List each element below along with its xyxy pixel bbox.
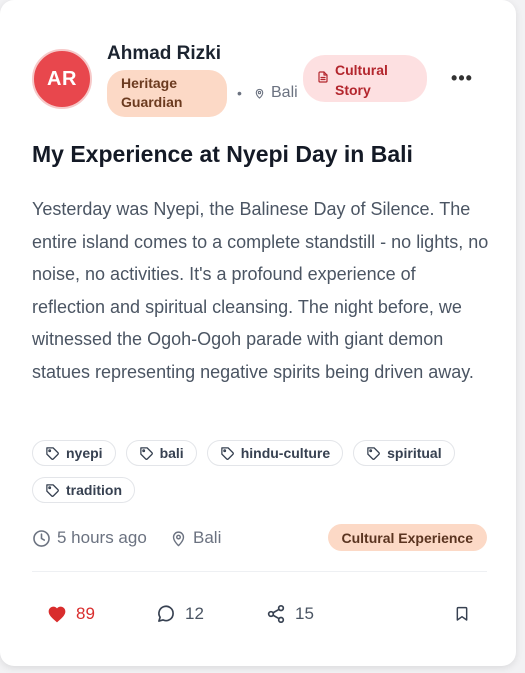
tag-chip[interactable]: tradition xyxy=(32,477,135,503)
bookmark-button[interactable] xyxy=(454,600,470,628)
tag-chip[interactable]: bali xyxy=(125,440,197,466)
post-title[interactable]: My Experience at Nyepi Day in Bali xyxy=(32,141,413,168)
post-location: Bali xyxy=(170,524,221,552)
tag-icon xyxy=(366,446,381,461)
divider xyxy=(32,571,487,572)
post-time-label: 5 hours ago xyxy=(57,528,147,547)
tag-chip[interactable]: nyepi xyxy=(32,440,116,466)
share-count: 15 xyxy=(295,604,314,623)
heart-icon xyxy=(47,605,67,623)
comment-button[interactable]: 12 xyxy=(156,600,204,628)
tag-label: tradition xyxy=(66,482,122,498)
author-role-line2: Guardian xyxy=(121,94,183,110)
like-button[interactable]: 89 xyxy=(47,600,95,628)
tag-icon xyxy=(220,446,235,461)
author-role-line1: Heritage xyxy=(121,75,178,91)
tag-chip[interactable]: hindu-culture xyxy=(206,440,344,466)
separator-dot: • xyxy=(237,85,242,101)
post-time: 5 hours ago xyxy=(32,524,147,552)
tag-icon xyxy=(45,446,60,461)
tag-label: spiritual xyxy=(387,445,442,461)
post-type-line1: Cultural xyxy=(335,62,388,78)
author-location-label: Bali xyxy=(271,84,298,101)
share-icon xyxy=(266,604,286,624)
bookmark-icon xyxy=(454,605,470,623)
like-count: 89 xyxy=(76,604,95,623)
avatar[interactable]: AR xyxy=(32,49,92,109)
comment-count: 12 xyxy=(185,604,204,623)
tag-label: hindu-culture xyxy=(240,445,331,461)
tag-chip[interactable]: spiritual xyxy=(353,440,455,466)
more-options-button[interactable]: ••• xyxy=(448,66,476,90)
tag-list: nyepi bali hindu-culture spiritual tradi… xyxy=(32,440,502,503)
post-type-badge: Cultural Story xyxy=(303,55,427,102)
post-meta: 5 hours ago Bali Cultural Experience xyxy=(32,524,487,552)
tag-icon xyxy=(45,483,60,498)
post-location-label: Bali xyxy=(193,528,222,547)
document-icon xyxy=(317,70,329,84)
author-name[interactable]: Ahmad Rizki xyxy=(107,43,221,65)
author-location: Bali xyxy=(254,84,298,102)
tag-icon xyxy=(139,446,154,461)
clock-icon xyxy=(32,529,51,548)
tag-label: bali xyxy=(159,445,184,461)
location-pin-icon xyxy=(170,529,187,548)
location-pin-icon xyxy=(254,87,265,100)
tag-label: nyepi xyxy=(66,445,103,461)
avatar-initials: AR xyxy=(47,67,77,90)
category-badge: Cultural Experience xyxy=(327,524,487,551)
comment-icon xyxy=(156,604,176,624)
share-button[interactable]: 15 xyxy=(266,600,314,628)
post-body: Yesterday was Nyepi, the Balinese Day of… xyxy=(32,199,489,382)
post-card: AR Ahmad Rizki Heritage Guardian • Bali … xyxy=(0,0,516,666)
more-horizontal-icon: ••• xyxy=(451,67,473,88)
author-role-badge: Heritage Guardian xyxy=(107,70,227,117)
post-type-line2: Story xyxy=(335,82,371,98)
